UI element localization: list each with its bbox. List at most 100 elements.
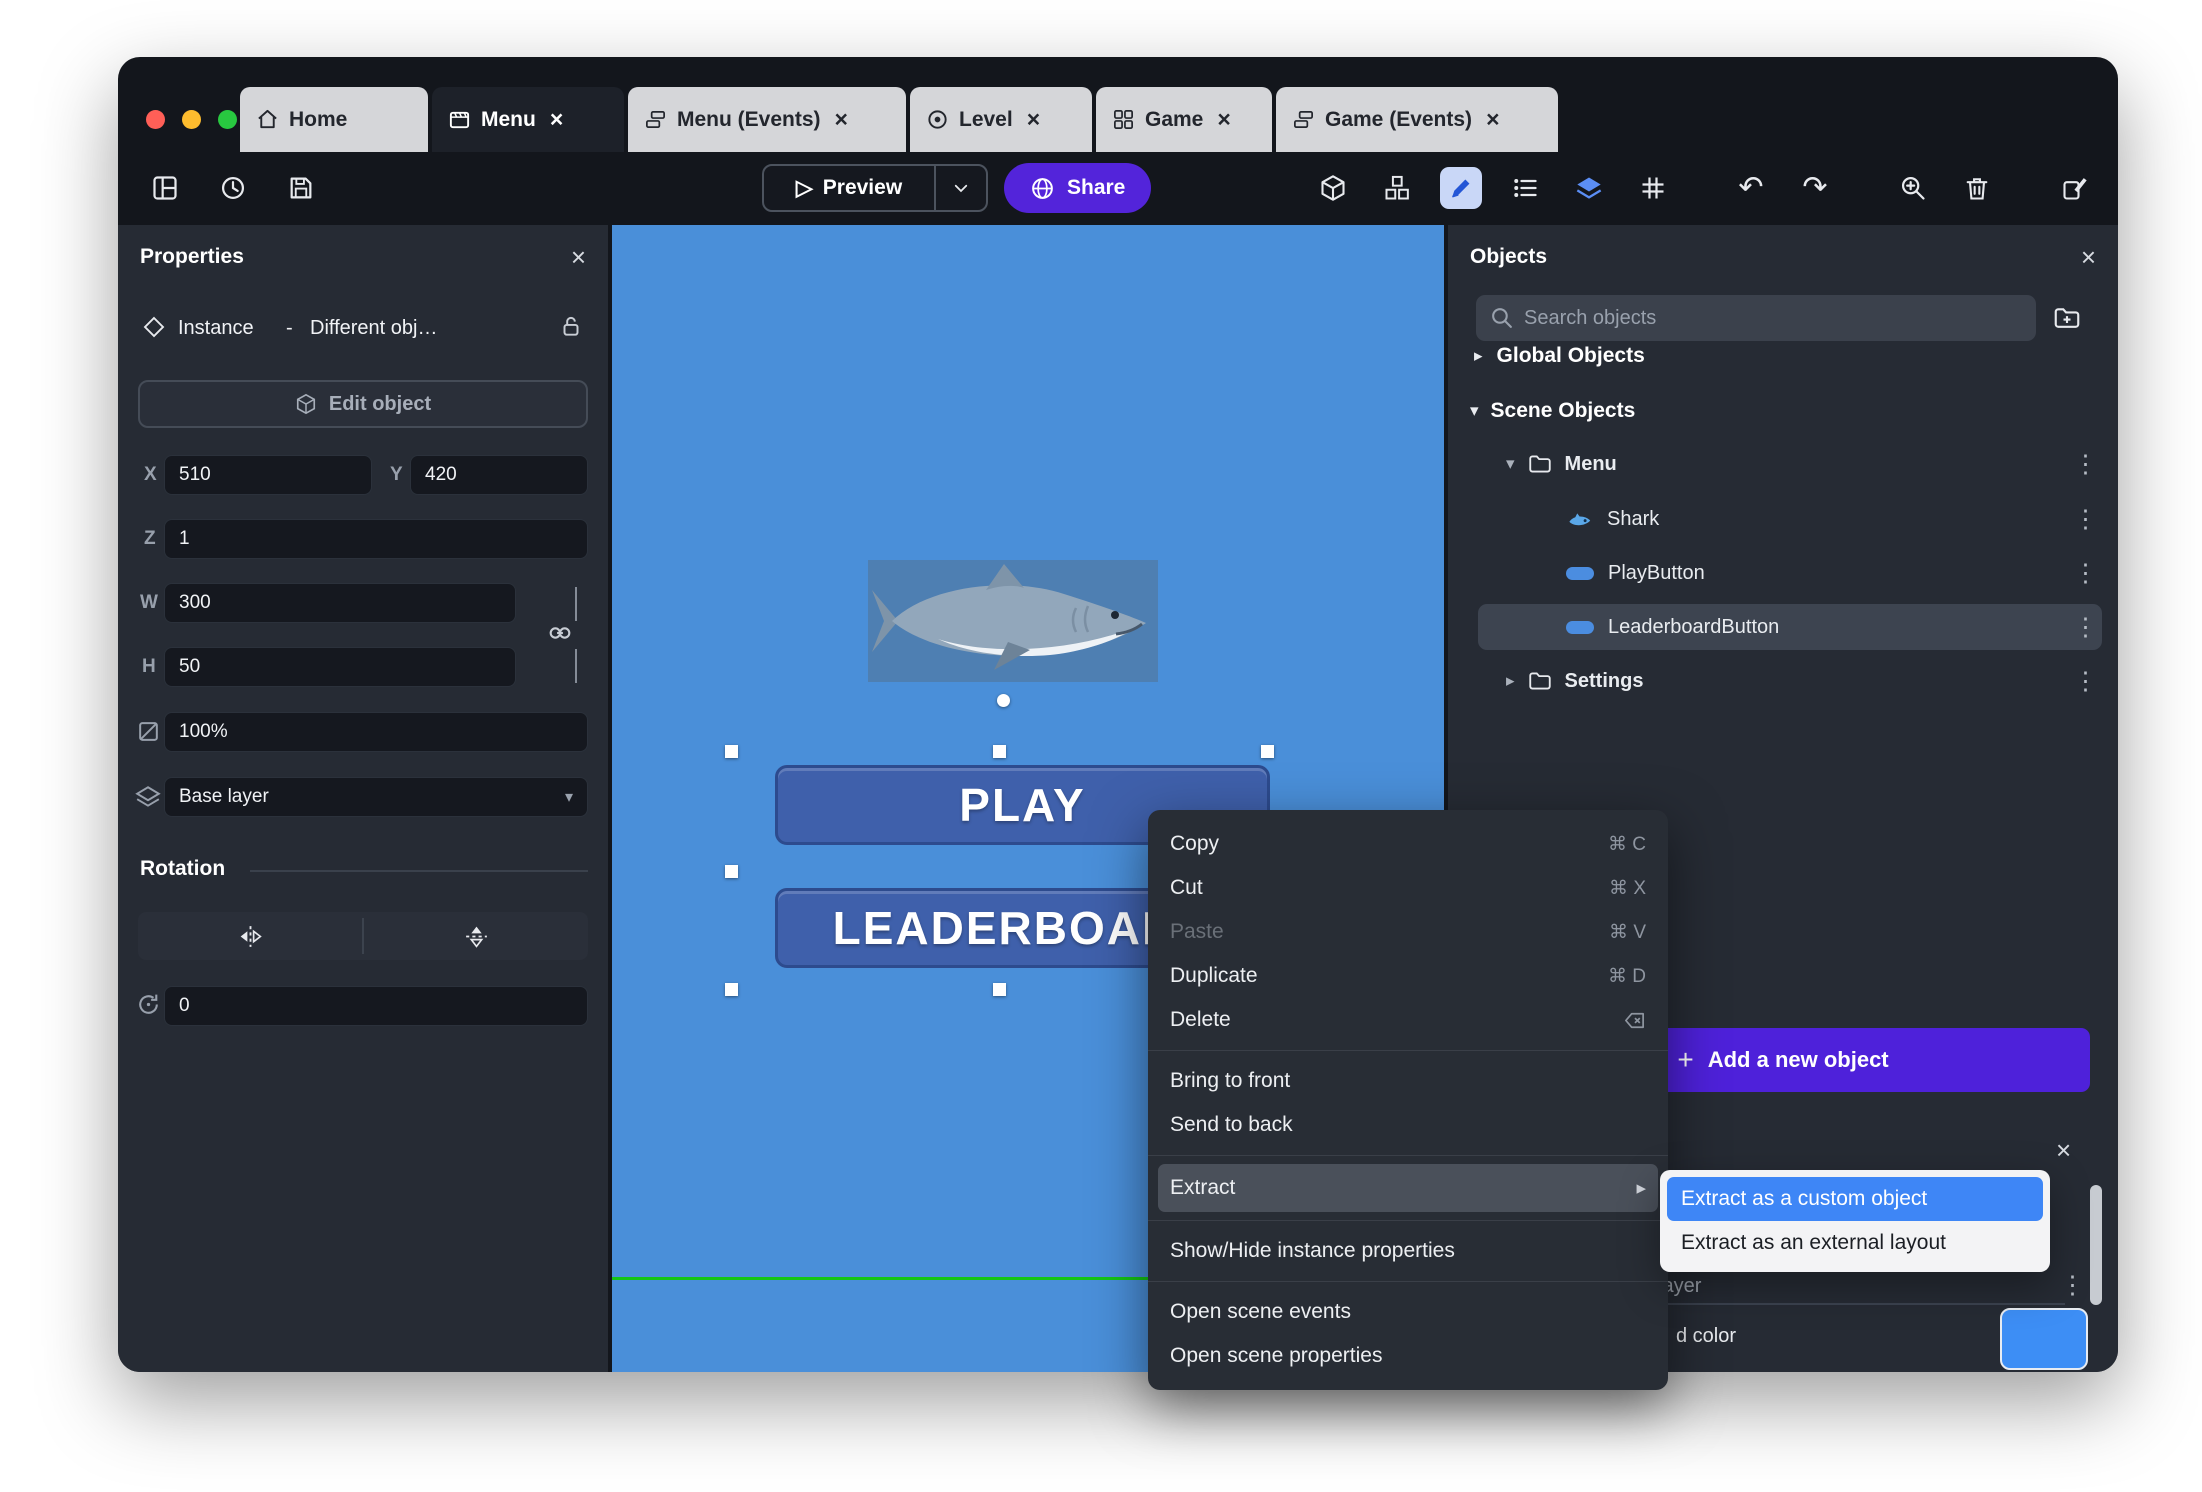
tab-label: Menu (Events) (677, 107, 821, 131)
grid-icon[interactable] (1632, 167, 1674, 209)
submenu-arrow-icon: ▸ (1636, 1177, 1646, 1199)
submenu-item-extract-external-layout[interactable]: Extract as an external layout (1667, 1221, 2043, 1265)
tab-menu[interactable]: Menu × (432, 87, 624, 152)
group-global-objects[interactable]: ▸ Global Objects (1448, 335, 2118, 377)
menu-item-bring-to-front[interactable]: Bring to front (1148, 1059, 1668, 1103)
group-scene-objects[interactable]: ▾ Scene Objects (1448, 390, 2118, 432)
menu-item-label: Extract (1170, 1176, 1236, 1199)
rotation-section-title: Rotation (140, 857, 226, 880)
selection-handle[interactable] (993, 745, 1006, 758)
kebab-menu-icon[interactable]: ⋮ (2073, 506, 2098, 532)
menu-item-duplicate[interactable]: Duplicate ⌘ D (1148, 954, 1668, 998)
layer-select-value: Base layer (179, 786, 269, 807)
tree-object-playbutton[interactable]: PlayButton ⋮ (1448, 552, 2118, 594)
close-icon[interactable]: × (2081, 244, 2096, 270)
menu-item-send-to-back[interactable]: Send to back (1148, 1103, 1668, 1147)
menu-item-copy[interactable]: Copy ⌘ C (1148, 822, 1668, 866)
h-input[interactable] (164, 647, 516, 687)
close-icon[interactable]: × (1217, 108, 1230, 131)
rotation-icon (135, 991, 162, 1018)
zoom-in-icon[interactable] (1892, 167, 1934, 209)
layer-select[interactable]: Base layer ▾ (164, 777, 588, 817)
shark-sprite[interactable] (868, 560, 1158, 682)
trash-icon[interactable] (1956, 167, 1998, 209)
tab-game[interactable]: Game × (1096, 87, 1272, 152)
y-input[interactable] (410, 455, 588, 495)
traffic-light-minimize[interactable] (182, 110, 201, 129)
menu-item-shortcut: ⌘ X (1609, 877, 1646, 899)
selection-handle[interactable] (725, 745, 738, 758)
close-icon[interactable]: × (1486, 108, 1499, 131)
tree-label: PlayButton (1608, 561, 1705, 584)
close-icon[interactable]: × (2056, 1137, 2071, 1163)
new-folder-icon[interactable] (2052, 303, 2082, 333)
menu-item-open-scene-properties[interactable]: Open scene properties (1148, 1334, 1668, 1378)
color-fragment-label: d color (1676, 1325, 1737, 1347)
link-size-icon[interactable] (546, 619, 574, 647)
triangle-down-icon: ▾ (1470, 401, 1479, 420)
edit-object-button[interactable]: Edit object (138, 380, 588, 428)
kebab-menu-icon[interactable]: ⋮ (2073, 668, 2098, 694)
tab-level[interactable]: Level × (910, 87, 1092, 152)
group-label: Global Objects (1496, 344, 1645, 367)
tree-object-leaderboardbutton[interactable]: LeaderboardButton ⋮ (1448, 606, 2118, 648)
selection-handle[interactable] (993, 983, 1006, 996)
menu-item-delete[interactable]: Delete (1148, 998, 1668, 1042)
menu-item-label: Duplicate (1170, 964, 1258, 987)
menu-item-open-scene-events[interactable]: Open scene events (1148, 1290, 1668, 1334)
rotation-input[interactable] (164, 986, 588, 1026)
preview-dropdown-button[interactable] (936, 179, 986, 197)
z-input[interactable] (164, 519, 588, 559)
w-input[interactable] (164, 583, 516, 623)
pencil-tool-icon[interactable] (1440, 167, 1482, 209)
tree-folder-menu[interactable]: ▾ Menu ⋮ (1448, 443, 2118, 485)
pencil-square-icon[interactable] (2054, 167, 2096, 209)
tree-object-shark[interactable]: Shark ⋮ (1448, 498, 2118, 540)
properties-panel: Properties × Instance - Different obj… E… (118, 225, 608, 1372)
submenu-item-extract-custom-object[interactable]: Extract as a custom object (1667, 1177, 2043, 1221)
redo-icon[interactable]: ↷ (1794, 167, 1836, 209)
share-button[interactable]: Share (1004, 163, 1152, 213)
kebab-menu-icon[interactable]: ⋮ (2073, 560, 2098, 586)
selection-handle[interactable] (1261, 745, 1274, 758)
traffic-light-zoom[interactable] (218, 110, 237, 129)
x-input[interactable] (164, 455, 372, 495)
selection-handle[interactable] (725, 983, 738, 996)
objects-stack-icon[interactable] (1376, 167, 1418, 209)
menu-item-cut[interactable]: Cut ⌘ X (1148, 866, 1668, 910)
color-swatch[interactable] (2000, 1308, 2088, 1370)
tab-label: Game (Events) (1325, 107, 1473, 131)
close-icon[interactable]: × (1027, 108, 1040, 131)
close-icon[interactable]: × (571, 244, 586, 270)
lock-icon[interactable] (558, 313, 584, 339)
menu-item-shortcut: ⌘ C (1608, 833, 1646, 855)
menu-item-show-hide-instance-properties[interactable]: Show/Hide instance properties (1148, 1229, 1668, 1273)
layers-icon[interactable] (1568, 167, 1610, 209)
rotation-handle[interactable] (997, 694, 1010, 707)
selection-handle[interactable] (725, 865, 738, 878)
opacity-input[interactable] (164, 712, 588, 752)
kebab-menu-icon[interactable]: ⋮ (2060, 1273, 2085, 1298)
tab-home[interactable]: Home (240, 87, 428, 152)
kebab-menu-icon[interactable]: ⋮ (2073, 614, 2098, 640)
tree-folder-settings[interactable]: ▸ Settings ⋮ (1448, 660, 2118, 702)
close-icon[interactable]: × (550, 108, 563, 131)
preview-button[interactable]: ▷ Preview (764, 175, 934, 201)
panels-layout-icon[interactable] (144, 167, 186, 209)
menu-item-extract[interactable]: Extract ▸ (1158, 1164, 1658, 1212)
instance-list-icon[interactable] (1504, 167, 1546, 209)
menu-divider (1148, 1155, 1668, 1156)
kebab-menu-icon[interactable]: ⋮ (2073, 451, 2098, 477)
scrollbar-thumb[interactable] (2090, 1185, 2102, 1305)
tab-label: Menu (481, 107, 536, 131)
save-icon[interactable] (280, 167, 322, 209)
history-icon[interactable] (212, 167, 254, 209)
traffic-light-close[interactable] (146, 110, 165, 129)
tab-menu-events[interactable]: Menu (Events) × (628, 87, 906, 152)
close-icon[interactable]: × (835, 108, 848, 131)
flip-horizontal-button[interactable] (138, 912, 362, 960)
flip-vertical-button[interactable] (364, 912, 588, 960)
undo-icon[interactable]: ↶ (1730, 167, 1772, 209)
tab-game-events[interactable]: Game (Events) × (1276, 87, 1558, 152)
cube-3d-icon[interactable] (1312, 167, 1354, 209)
